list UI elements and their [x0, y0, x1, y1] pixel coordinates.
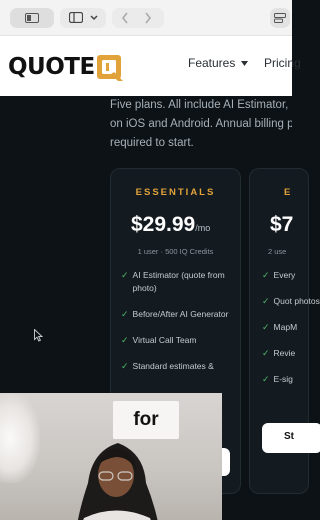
feature-text: Revie — [273, 348, 296, 358]
feature-text: Before/After AI Generator — [132, 309, 229, 319]
checkmark-icon: ✓ — [262, 374, 270, 384]
history-nav — [112, 8, 164, 28]
forward-arrow-icon[interactable] — [144, 12, 152, 24]
plan-price: $29.99/mo — [131, 213, 210, 237]
brand-name: QUOTE — [8, 54, 95, 80]
checkmark-icon: ✓ — [121, 361, 129, 371]
checkmark-icon: ✓ — [121, 335, 129, 345]
checkmark-icon: ✓ — [262, 348, 270, 358]
sidebar-toggle-button[interactable] — [10, 8, 54, 28]
feature-item: ✓ MapM — [262, 321, 320, 334]
checkmark-icon: ✓ — [262, 322, 270, 332]
pricing-intro: Five plans. All include AI Estimator, B … — [110, 96, 292, 153]
tab-layout-button[interactable] — [60, 8, 106, 28]
browser-toolbar — [0, 0, 292, 36]
feature-item: ✓ Quot photos — [262, 295, 320, 308]
plan-meta: 1 user · 500 IQ Credits — [137, 247, 214, 256]
feature-text: E-sig — [273, 374, 293, 384]
quote-iq-logo-mark — [96, 54, 123, 81]
start-button[interactable]: St — [262, 423, 320, 453]
webcam-overlay — [0, 393, 222, 520]
mouse-cursor-icon — [34, 329, 43, 342]
lamp-glow — [0, 393, 40, 483]
feature-item: ✓ Every — [262, 269, 320, 282]
plan-name: ESSENTIALS — [135, 187, 216, 198]
site-header: QUOTE Features Pricing — [0, 36, 301, 96]
start-button-partial[interactable] — [222, 448, 230, 476]
window-icon — [25, 13, 39, 23]
price-period: /mo — [195, 223, 211, 233]
feature-item: ✓ Before/After AI Generator — [121, 308, 239, 321]
checkmark-icon: ✓ — [121, 309, 129, 319]
feature-list: ✓ Every ✓ Quot photos ✓ MapM ✓ Revie ✓ E-sig — [262, 269, 320, 399]
video-caption: for — [113, 401, 179, 439]
intro-line: Five plans. All include AI Estimator, B — [110, 99, 292, 111]
back-arrow-icon[interactable] — [121, 12, 129, 24]
caret-down-icon — [241, 60, 249, 66]
intro-line: on iOS and Android. Annual billing pa — [110, 118, 292, 130]
feature-text: AI Estimator (quote from photo) — [132, 270, 225, 293]
feature-text: Every — [273, 270, 296, 280]
feature-text: Standard estimates & — [132, 361, 214, 371]
intro-line: required to start. — [110, 137, 194, 149]
feature-text: Quot photos — [273, 296, 320, 306]
feature-list: ✓ AI Estimator (quote from photo) ✓ Before… — [121, 269, 239, 386]
feature-item: ✓ Standard estimates & — [121, 360, 239, 373]
checkmark-icon: ✓ — [262, 270, 270, 280]
checkmark-icon: ✓ — [121, 270, 129, 280]
feature-text: MapM — [273, 322, 298, 332]
checkmark-icon: ✓ — [262, 296, 270, 306]
feature-item: ✓ AI Estimator (quote from photo) — [121, 269, 239, 295]
nav-features-label: Features — [188, 56, 236, 70]
sidebar-icon — [69, 12, 83, 23]
feature-item: ✓ Revie — [262, 347, 320, 360]
plan-card-second: E $7 2 use ✓ Every ✓ Quot photos ✓ MapM ✓ Re… — [249, 168, 320, 494]
plan-name: E — [284, 187, 293, 198]
plan-price: $7 — [270, 213, 294, 236]
chevron-down-icon — [90, 15, 98, 21]
plan-meta: 2 use — [268, 247, 287, 256]
tab-overview-button[interactable] — [270, 8, 290, 28]
feature-item: ✓ Virtual Call Team — [121, 334, 239, 347]
tabs-icon — [274, 13, 286, 23]
nav-pricing[interactable]: Pricing — [264, 56, 301, 70]
brand-logo[interactable]: QUOTE — [8, 54, 124, 81]
feature-text: Virtual Call Team — [132, 335, 197, 345]
price-amount: $29.99 — [131, 213, 196, 236]
feature-item: ✓ E-sig — [262, 373, 320, 386]
nav-features[interactable]: Features — [188, 56, 249, 70]
